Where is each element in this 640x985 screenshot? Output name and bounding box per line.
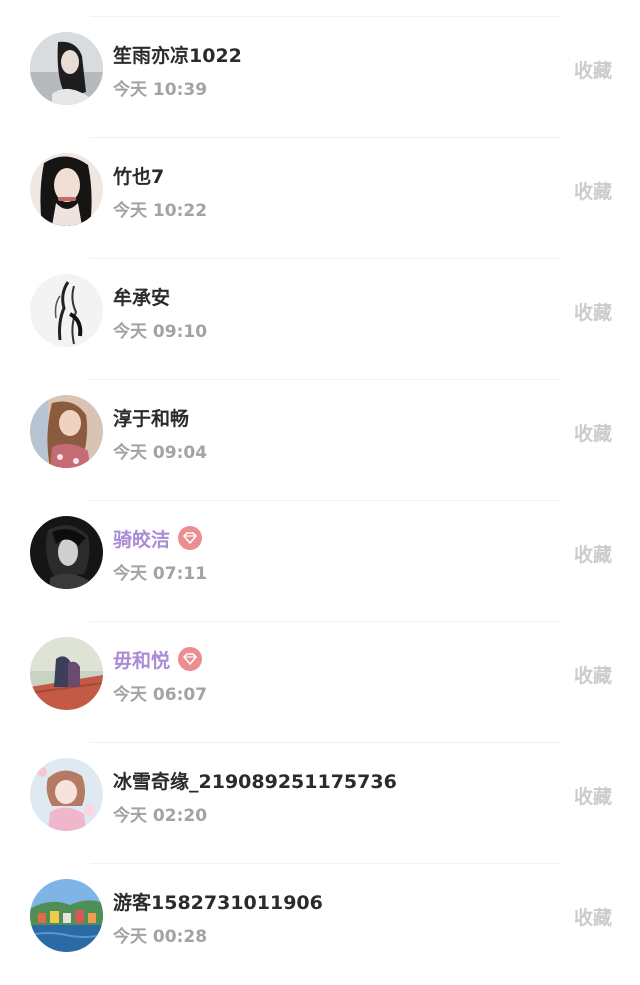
avatar[interactable] [30,516,103,589]
collect-button[interactable]: 收藏 [574,903,612,930]
user-name: 毋和悦 [113,649,171,672]
collect-button[interactable]: 收藏 [574,177,612,204]
list-item[interactable]: 笙雨亦凉1022 今天 10:39 收藏 [0,17,640,138]
collect-button[interactable]: 收藏 [574,298,612,325]
collect-button[interactable]: 收藏 [574,419,612,446]
visit-time: 今天 09:10 [113,322,208,342]
list-item[interactable]: 淳于和畅 今天 09:04 收藏 [0,380,640,501]
collect-button[interactable]: 收藏 [574,56,612,83]
user-name: 游客1582731011906 [113,891,323,914]
diamond-icon [178,647,203,671]
user-name: 冰雪奇缘_219089251175736 [113,770,397,793]
user-name: 骑皎洁 [113,528,171,551]
visit-time: 今天 10:22 [113,201,208,221]
list-item[interactable]: 竹也7 今天 10:22 收藏 [0,138,640,259]
list-item[interactable]: 冰雪奇缘_219089251175736 今天 02:20 收藏 [0,743,640,864]
avatar[interactable] [30,637,103,710]
avatar[interactable] [30,153,103,226]
user-name: 牟承安 [113,286,171,309]
diamond-icon [178,526,203,550]
avatar[interactable] [30,758,103,831]
user-name: 笙雨亦凉1022 [113,44,242,67]
collect-button[interactable]: 收藏 [574,661,612,688]
list-item[interactable]: 骑皎洁 今天 07:11 收藏 [0,501,640,622]
collect-button[interactable]: 收藏 [574,540,612,567]
avatar[interactable] [30,395,103,468]
visit-time: 今天 00:28 [113,927,208,947]
avatar[interactable] [30,274,103,347]
visit-time: 今天 09:04 [113,443,208,463]
visitor-list: 笙雨亦凉1022 今天 10:39 收藏 竹也7 今天 10:22 收藏 牟承安… [0,0,640,978]
visit-time: 今天 10:39 [113,80,208,100]
user-name: 竹也7 [113,165,165,188]
visit-time: 今天 06:07 [113,685,208,705]
list-item[interactable]: 游客1582731011906 今天 00:28 收藏 [0,864,640,985]
user-name: 淳于和畅 [113,407,190,430]
avatar[interactable] [30,879,103,952]
avatar[interactable] [30,32,103,105]
visit-time: 今天 02:20 [113,806,208,826]
list-item[interactable]: 牟承安 今天 09:10 收藏 [0,259,640,380]
visit-time: 今天 07:11 [113,564,208,584]
collect-button[interactable]: 收藏 [574,782,612,809]
list-item[interactable]: 毋和悦 今天 06:07 收藏 [0,622,640,743]
